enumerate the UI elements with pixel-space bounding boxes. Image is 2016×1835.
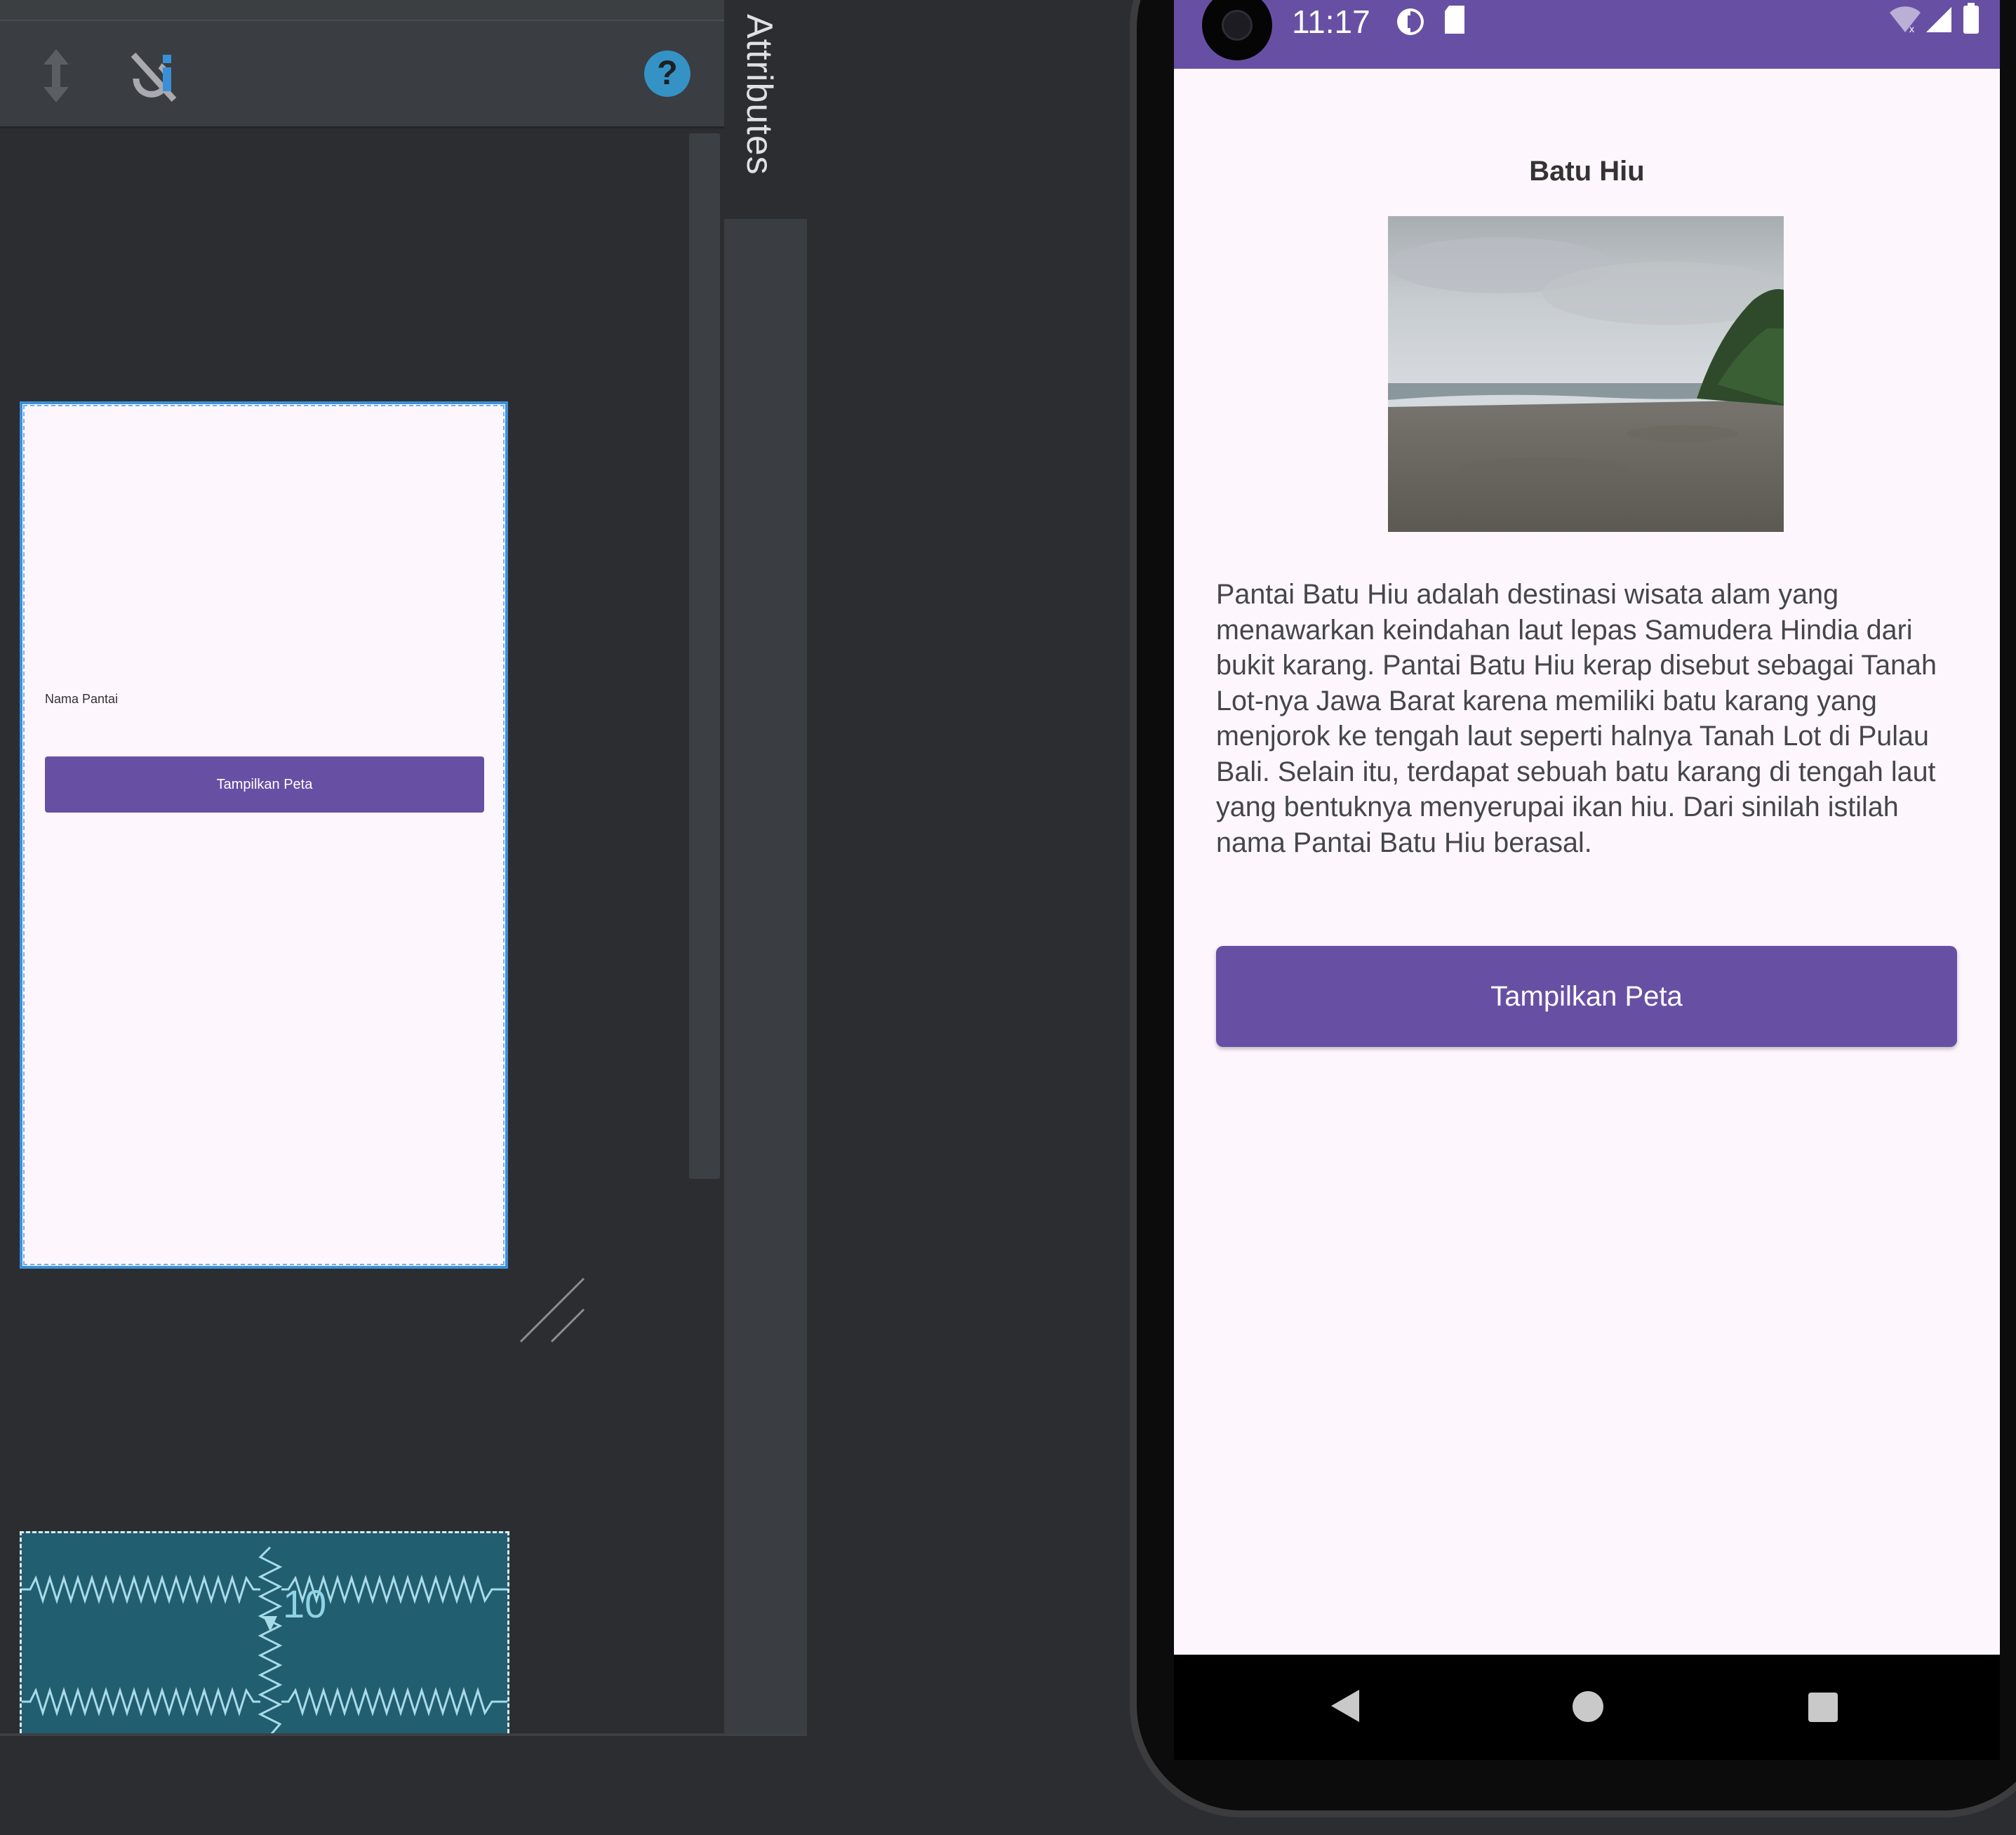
resize-handle-icon[interactable] [518,1276,588,1349]
layout-editor-panel: ? Nama Pantai Tampilkan Peta 10 [0,0,724,1733]
beach-image [1388,216,1784,532]
data-saver-icon [1394,6,1427,41]
constraint-toggle-icon[interactable] [124,46,182,109]
svg-text:x: x [1909,23,1914,34]
status-bar: 11:17 x [1174,0,2000,69]
camera-lens [1222,10,1253,41]
beach-photo-graphic [1388,216,1784,532]
design-preview-button[interactable]: Tampilkan Peta [45,756,484,813]
signal-icon [1925,6,1953,37]
design-toolbar: ? [0,21,724,128]
phone-screen: 11:17 x Batu Hiu Pantai Batu Hiu adalah … [1174,0,2000,1655]
blueprint-constraints-graphic [22,1546,507,1733]
attributes-tab-label[interactable]: Attributes [738,14,780,175]
vertical-resize-icon[interactable] [36,48,76,107]
page-title: Batu Hiu [1529,156,1645,187]
blueprint-margin-label: 10 [283,1582,327,1626]
design-preview-label: Nama Pantai [45,692,119,706]
home-icon[interactable] [1573,1691,1603,1722]
status-time: 11:17 [1292,4,1370,40]
ide-bottom-bar [0,1733,807,1835]
editor-top-edge [0,0,724,21]
design-preview-frame[interactable]: Nama Pantai Tampilkan Peta [20,401,508,1269]
sd-card-icon [1442,4,1467,39]
wifi-icon: x [1888,6,1922,37]
help-icon[interactable]: ? [644,51,690,97]
side-tool-strip [724,0,807,1733]
back-icon[interactable] [1330,1688,1361,1727]
navigation-bar [1174,1655,2000,1760]
front-camera [1202,0,1272,60]
blueprint-preview-frame[interactable]: 10 [20,1531,509,1733]
battery-icon [1963,3,1980,37]
canvas-scrollbar[interactable] [689,133,720,1179]
recents-icon[interactable] [1808,1693,1838,1722]
show-map-button[interactable]: Tampilkan Peta [1216,946,1957,1047]
description-text: Pantai Batu Hiu adalah destinasi wisata … [1216,579,1937,858]
